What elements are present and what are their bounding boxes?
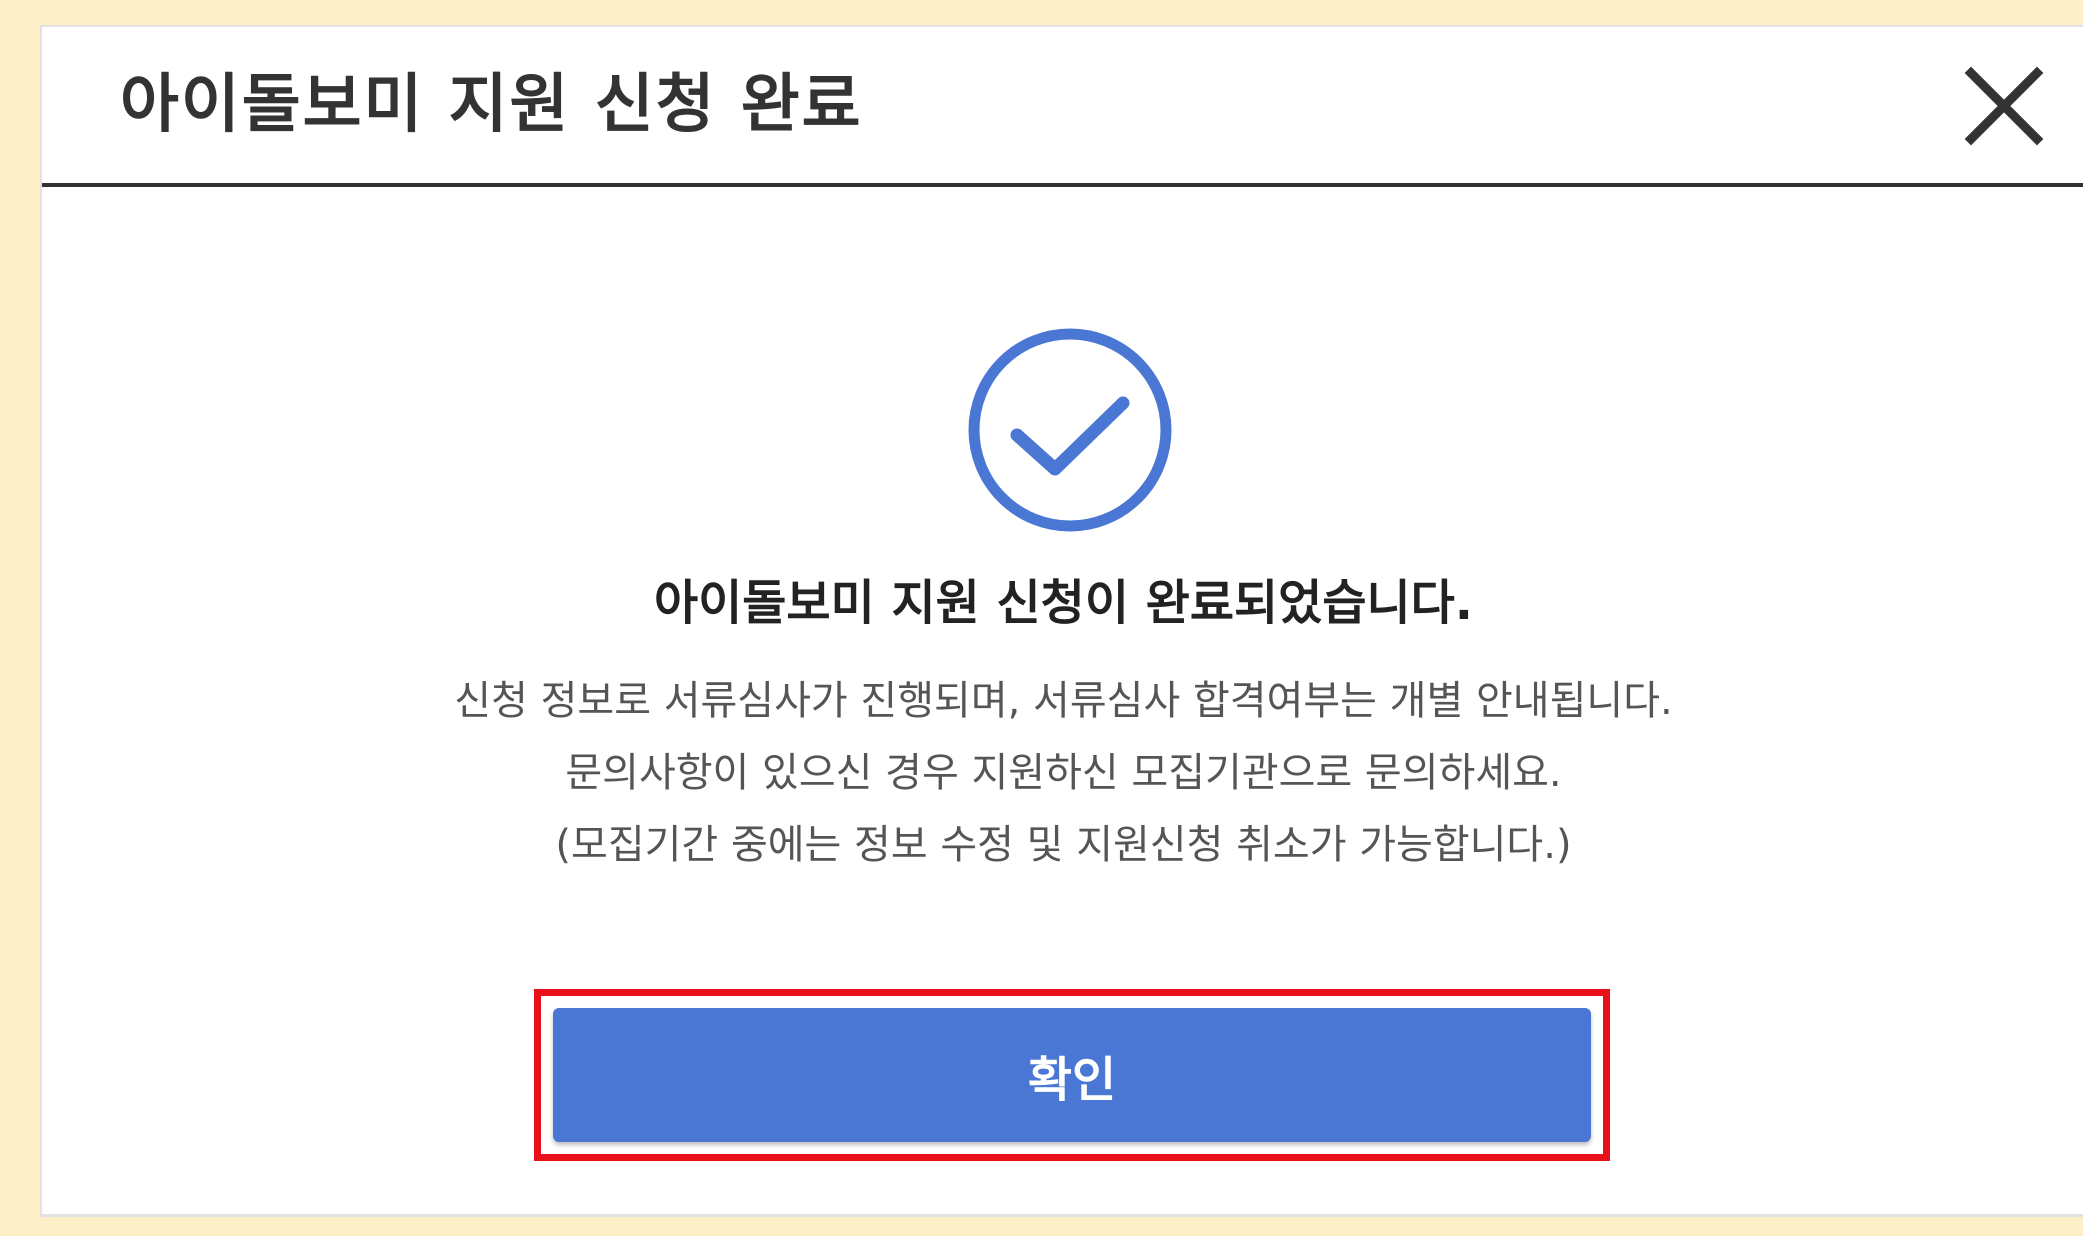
dialog-header: 아이돌보미 지원 신청 완료 [42, 27, 2083, 187]
close-button[interactable] [1963, 65, 2045, 147]
confirm-button-highlight: 확인 [534, 989, 1610, 1161]
dialog-body: 아이돌보미 지원 신청이 완료되었습니다. 신청 정보로 서류심사가 진행되며,… [42, 187, 2083, 1214]
message-line-cancel-note: (모집기간 중에는 정보 수정 및 지원신청 취소가 가능합니다.) [555, 822, 1572, 868]
completion-message: 신청 정보로 서류심사가 진행되며, 서류심사 합격여부는 개별 안내됩니다. … [42, 665, 2083, 881]
close-icon [1964, 66, 2044, 146]
completion-message-title: 아이돌보미 지원 신청이 완료되었습니다. [653, 575, 1474, 631]
check-circle-icon [968, 328, 1172, 532]
message-line-inquiry: 문의사항이 있으신 경우 지원하신 모집기관으로 문의하세요. [565, 750, 1562, 796]
message-line-review: 신청 정보로 서류심사가 진행되며, 서류심사 합격여부는 개별 안내됩니다. [454, 678, 1673, 724]
dialog-title: 아이돌보미 지원 신청 완료 [120, 68, 863, 142]
completion-dialog: 아이돌보미 지원 신청 완료 아이돌보미 지원 신청이 완료되었습니다. 신청 … [40, 25, 2083, 1217]
confirm-button[interactable]: 확인 [553, 1008, 1591, 1142]
